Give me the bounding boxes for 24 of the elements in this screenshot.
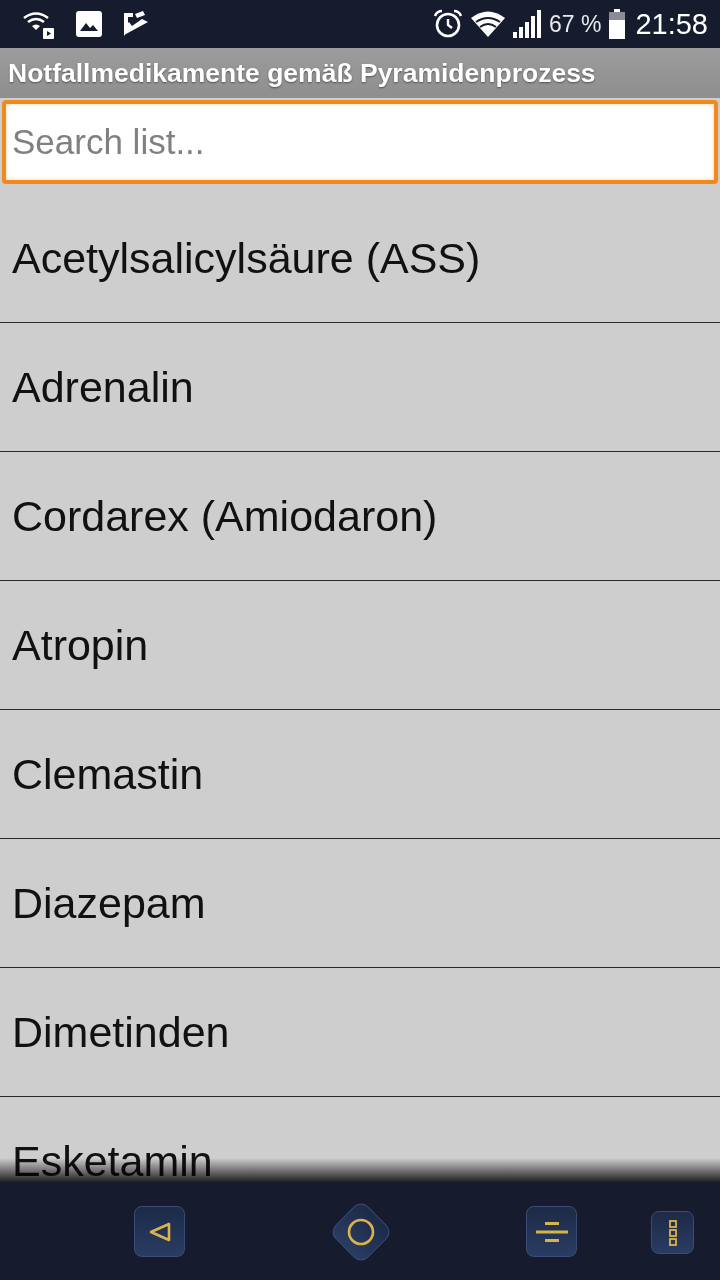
- back-button[interactable]: [134, 1206, 185, 1257]
- image-icon: [76, 11, 102, 37]
- medication-list-item[interactable]: Clemastin: [0, 710, 720, 839]
- wifi-icon: [471, 11, 505, 37]
- screen-title: Notfallmedikamente gemäß Pyramidenprozess: [8, 57, 596, 89]
- back-triangle-icon: [148, 1221, 171, 1242]
- medication-list-item[interactable]: Dimetinden: [0, 968, 720, 1097]
- checkbox-tick-icon: [122, 10, 150, 38]
- menu-button[interactable]: [651, 1211, 694, 1254]
- lines-icon: [535, 1221, 568, 1242]
- search-field[interactable]: Search list...: [2, 100, 718, 184]
- medication-list-item[interactable]: Acetylsalicylsäure (ASS): [0, 194, 720, 323]
- wifi-play-icon: [22, 9, 56, 39]
- alarm-clock-icon: [433, 9, 463, 39]
- recent-apps-button[interactable]: [526, 1206, 577, 1257]
- medication-list-item[interactable]: Cordarex (Amiodaron): [0, 452, 720, 581]
- medication-list-item[interactable]: Adrenalin: [0, 323, 720, 452]
- menu-icon: [668, 1219, 677, 1246]
- medication-list-item[interactable]: Atropin: [0, 581, 720, 710]
- battery-icon: [609, 9, 626, 39]
- medication-list-item[interactable]: Diazepam: [0, 839, 720, 968]
- signal-icon: [513, 10, 541, 38]
- battery-percentage: 67 %: [549, 10, 602, 38]
- clock-time: 21:58: [635, 7, 708, 41]
